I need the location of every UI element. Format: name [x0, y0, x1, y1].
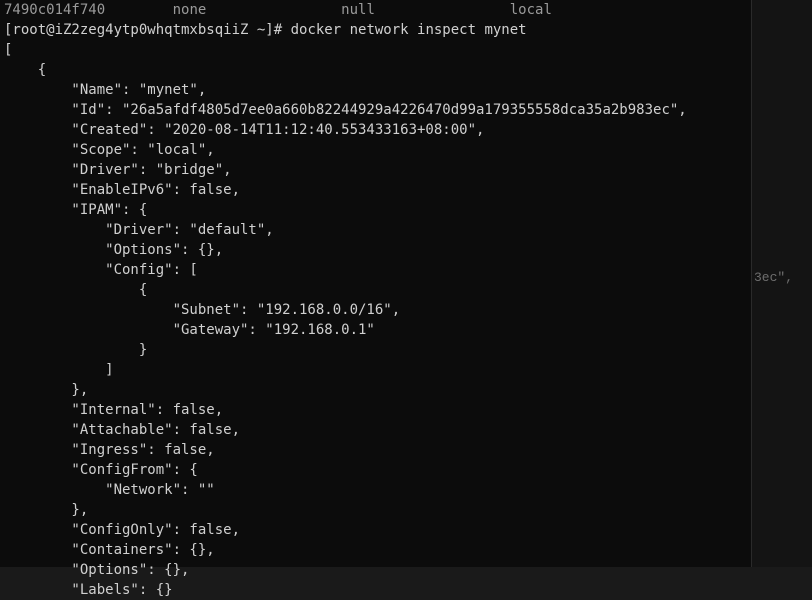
terminal-window[interactable]: 7490c014f740 none null local [root@iZ2ze…: [0, 0, 752, 567]
output-line: "Ingress": false,: [4, 440, 747, 460]
output-line: "Attachable": false,: [4, 420, 747, 440]
output-line: "Internal": false,: [4, 400, 747, 420]
output-line: "Labels": {}: [4, 580, 747, 600]
output-line: },: [4, 500, 747, 520]
output-line: "Scope": "local",: [4, 140, 747, 160]
prompt-line[interactable]: [root@iZ2zeg4ytp0whqtmxbsqiiZ ~]# docker…: [4, 20, 747, 40]
output-line: "Network": "": [4, 480, 747, 500]
output-line: "Driver": "default",: [4, 220, 747, 240]
output-line: },: [4, 380, 747, 400]
output-line: "Name": "mynet",: [4, 80, 747, 100]
output-line: "Config": [: [4, 260, 747, 280]
output-line: "Containers": {},: [4, 540, 747, 560]
output-line: {: [4, 60, 747, 80]
output-line: }: [4, 340, 747, 360]
output-line: {: [4, 280, 747, 300]
output-line: "IPAM": {: [4, 200, 747, 220]
output-line: "ConfigOnly": false,: [4, 520, 747, 540]
output-line: "ConfigFrom": {: [4, 460, 747, 480]
output-line: "Options": {},: [4, 560, 747, 580]
output-line: [: [4, 40, 747, 60]
output-line: "EnableIPv6": false,: [4, 180, 747, 200]
output-line: "Options": {},: [4, 240, 747, 260]
shell-prompt: [root@iZ2zeg4ytp0whqtmxbsqiiZ ~]#: [4, 22, 282, 38]
output-line: ]: [4, 360, 747, 380]
background-text-fragment: 3ec",: [754, 270, 793, 285]
output-line: "Subnet": "192.168.0.0/16",: [4, 300, 747, 320]
output-line: "Id": "26a5afdf4805d7ee0a660b82244929a42…: [4, 100, 747, 120]
output-line: "Gateway": "192.168.0.1": [4, 320, 747, 340]
output-line: "Driver": "bridge",: [4, 160, 747, 180]
output-line: "Created": "2020-08-14T11:12:40.55343316…: [4, 120, 747, 140]
command-text: docker network inspect mynet: [291, 22, 527, 38]
terminal-header-row: 7490c014f740 none null local: [4, 0, 747, 20]
header-local-fragment: local: [510, 0, 552, 20]
header-id-fragment: 7490c014f740: [4, 0, 105, 20]
header-driver-fragment: none: [173, 0, 207, 20]
background-window: 3ec",: [752, 0, 812, 567]
header-scope-fragment: null: [341, 0, 375, 20]
